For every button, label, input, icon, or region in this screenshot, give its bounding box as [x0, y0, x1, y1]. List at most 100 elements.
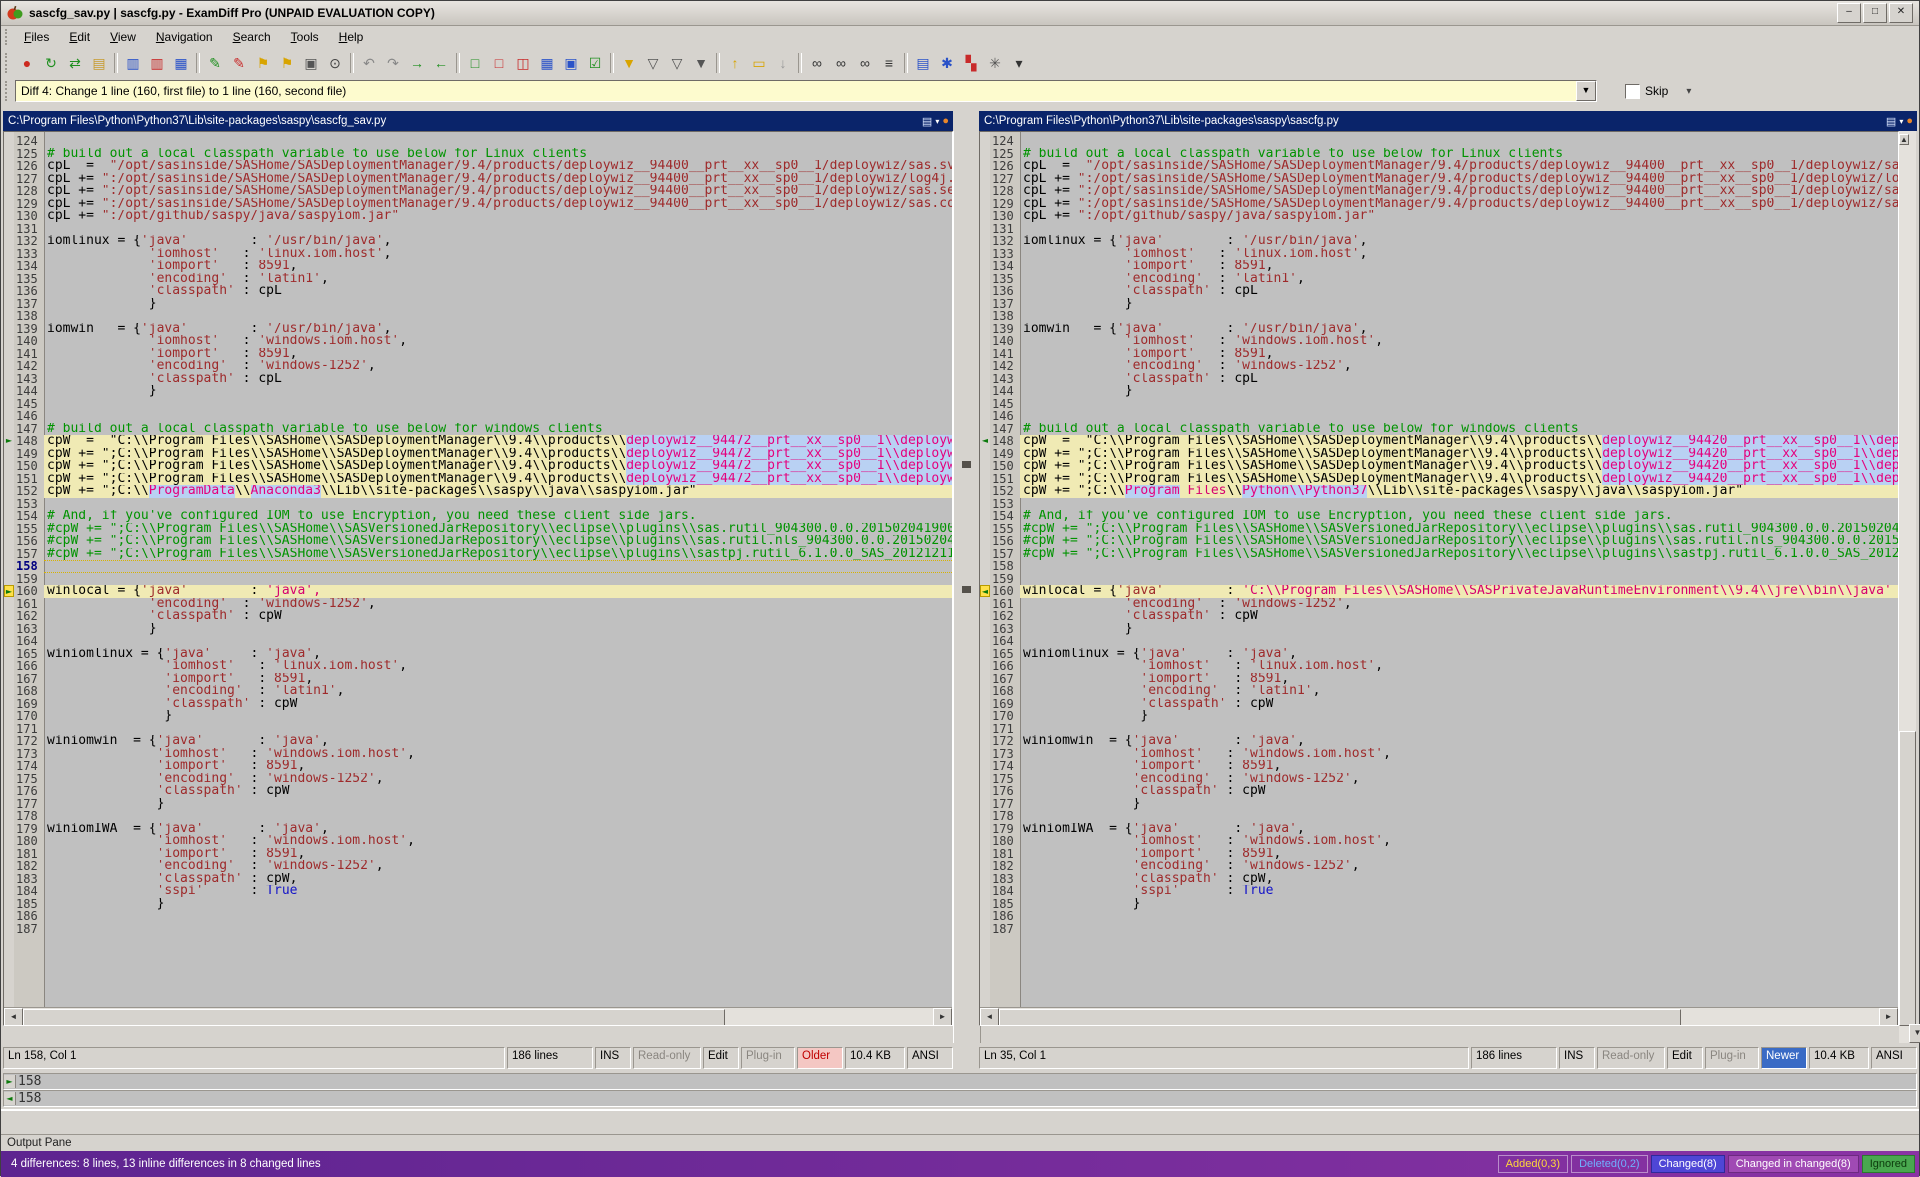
toolbar-redo-icon[interactable]: ↷	[381, 52, 405, 74]
scroll-left-icon[interactable]: ◄	[980, 1008, 999, 1026]
scroll-up-icon[interactable]: ▲	[1899, 134, 1909, 145]
scroll-left-icon[interactable]: ◄	[4, 1008, 23, 1026]
horizontal-scrollbar[interactable]: ◄ ►	[4, 1007, 952, 1025]
toolbar-edit-filters-icon[interactable]: ▼	[617, 52, 641, 74]
diff-marker-left-icon[interactable]: ◄	[980, 585, 990, 597]
first-file-pane[interactable]: 124125# build out a local classpath vari…	[3, 131, 953, 1026]
vertical-scrollbar[interactable]: ▲ ▼	[1899, 131, 1916, 1043]
gutter-cell: ►	[4, 435, 14, 448]
merge-right-icon[interactable]: ►	[4, 1075, 16, 1088]
close-button[interactable]: ✕	[1889, 3, 1913, 23]
menu-tools[interactable]: Tools	[282, 27, 328, 47]
toolbar-flag-second-file-icon[interactable]: ⚑	[275, 52, 299, 74]
second-file-pane[interactable]: 124125# build out a local classpath vari…	[979, 131, 1899, 1026]
toolbar-show-first-only-icon[interactable]: ◫	[511, 52, 535, 74]
menu-view[interactable]: View	[101, 27, 145, 47]
counter-deleted[interactable]: Deleted(0,2)	[1571, 1155, 1648, 1173]
toolbar-undo-icon[interactable]: ↶	[357, 52, 381, 74]
counter-changed-in-changed[interactable]: Changed in changed(8)	[1728, 1155, 1859, 1173]
print-icon[interactable]: ▤	[922, 115, 932, 128]
scrollbar-thumb[interactable]	[23, 1009, 725, 1026]
print-icon[interactable]: ▤	[1886, 115, 1896, 128]
toolbar-merge-up-icon[interactable]: ↑	[723, 52, 747, 74]
toolbar-show-second-only-icon[interactable]: ▦	[535, 52, 559, 74]
overflow-chevron-icon[interactable]: ▾	[1686, 86, 1691, 97]
toolbar-find-icon[interactable]: ∞	[805, 52, 829, 74]
toolbar-previous-difference-icon[interactable]: ←	[429, 52, 453, 74]
toolbar-next-difference-icon[interactable]: →	[405, 52, 429, 74]
toolbar-save-first-file-icon[interactable]: ▥	[121, 52, 145, 74]
toolbar-swap-and-recompare-icon[interactable]: ⇄	[63, 52, 87, 74]
toolbar-copy-block-icon[interactable]: ▭	[747, 52, 771, 74]
toolbar-gripper[interactable]	[5, 53, 11, 73]
toolbar-synchronize-view-icon[interactable]: ▣	[559, 52, 583, 74]
chevron-down-icon[interactable]: ▼	[1576, 81, 1596, 101]
toolbar-auto-recompare-icon[interactable]: ☑	[583, 52, 607, 74]
toolbar-print-icon[interactable]: ▣	[299, 52, 323, 74]
merge-left-icon[interactable]: ◄	[4, 1092, 16, 1105]
toolbar-toolbar-more-icon[interactable]: ▾	[1007, 52, 1031, 74]
counter-added[interactable]: Added(0,3)	[1498, 1155, 1568, 1173]
code-line: 124	[980, 135, 1898, 148]
counter-changed[interactable]: Changed(8)	[1651, 1155, 1725, 1173]
code-text	[44, 810, 952, 823]
toolbar-edit-first-file-icon[interactable]: ✎	[203, 52, 227, 74]
menu-files[interactable]: Files	[15, 27, 58, 47]
output-pane-label: Output Pane	[7, 1137, 72, 1149]
scroll-right-icon[interactable]: ►	[933, 1008, 952, 1026]
minimize-button[interactable]: –	[1837, 3, 1861, 23]
menu-search[interactable]: Search	[224, 27, 280, 47]
code-text: #cpW += ";C:\\Program Files\\SASHome\\SA…	[1020, 535, 1898, 548]
toolbar-flag-first-file-icon[interactable]: ⚑	[251, 52, 275, 74]
diff-marker-left-icon[interactable]: ◄	[980, 435, 990, 447]
toolbar-show-identical-icon[interactable]: □	[463, 52, 487, 74]
counter-ignored[interactable]: Ignored	[1862, 1155, 1915, 1173]
apple-icon[interactable]: ●	[1906, 115, 1913, 127]
chevron-down-icon[interactable]: ▾	[935, 117, 939, 126]
scroll-right-icon[interactable]: ►	[1879, 1008, 1898, 1026]
toolbar-save-both-files-icon[interactable]: ▦	[169, 52, 193, 74]
scrollbar-thumb[interactable]	[1899, 731, 1916, 1026]
menu-help[interactable]: Help	[330, 27, 373, 47]
toolbar-show-different-icon[interactable]: □	[487, 52, 511, 74]
toolbar-recompare-icon[interactable]: ↻	[39, 52, 63, 74]
code-text: cpW += ";C:\\Program Files\\SASHome\\SAS…	[44, 448, 952, 461]
toolbar-merge-down-icon[interactable]: ↓	[771, 52, 795, 74]
chevron-down-icon[interactable]: ▾	[1899, 117, 1903, 126]
scroll-down-icon[interactable]: ▼	[1909, 1024, 1920, 1043]
horizontal-scrollbar[interactable]: ◄ ►	[980, 1007, 1898, 1025]
toolbar-filter-options-icon[interactable]: ▼	[689, 52, 713, 74]
code-text: }	[1020, 385, 1898, 398]
toolbar-save-second-file-icon[interactable]: ▥	[145, 52, 169, 74]
maximize-button[interactable]: □	[1863, 3, 1887, 23]
toolbar-settings-icon[interactable]: ✳	[983, 52, 1007, 74]
toolbar-plug-ins-icon[interactable]: ▚	[959, 52, 983, 74]
toolbar-search-icon[interactable]: ⊙	[323, 52, 347, 74]
menu-navigation[interactable]: Navigation	[147, 27, 222, 47]
apple-icon[interactable]: ●	[942, 115, 949, 127]
status-file-age: Older	[797, 1047, 843, 1069]
toolbar-clear-filters-icon[interactable]: ▽	[665, 52, 689, 74]
status-edit-mode: Edit	[703, 1047, 739, 1069]
scrollbar-thumb[interactable]	[999, 1009, 1681, 1026]
code-text: 'sspi' : True	[44, 885, 952, 898]
toolbar-find-previous-icon[interactable]: ∞	[853, 52, 877, 74]
skip-checkbox[interactable]	[1625, 84, 1640, 99]
diff-marker-right-icon[interactable]: ►	[4, 585, 14, 597]
toolbar-report-icon[interactable]: ▤	[911, 52, 935, 74]
gutter-cell	[4, 598, 14, 611]
toolbar-open-files-icon[interactable]: ▤	[87, 52, 111, 74]
diff-marker-right-icon[interactable]: ►	[4, 435, 14, 447]
toolbar-edit-second-file-icon[interactable]: ✎	[227, 52, 251, 74]
gutter-cell	[4, 710, 14, 723]
toolbar-apply-filters-icon[interactable]: ▽	[641, 52, 665, 74]
toolbar-options-icon[interactable]: ✱	[935, 52, 959, 74]
toolbar-compare-files-icon[interactable]: ●	[15, 52, 39, 74]
toolbar-sort-icon[interactable]: ≡	[877, 52, 901, 74]
toolbar-gripper[interactable]	[5, 29, 11, 45]
menu-edit[interactable]: Edit	[60, 27, 99, 47]
toolbar-gripper[interactable]	[5, 81, 11, 101]
pane-splitter[interactable]	[953, 131, 981, 1043]
current-diff-combobox[interactable]: Diff 4: Change 1 line (160, first file) …	[15, 80, 1597, 102]
toolbar-find-next-icon[interactable]: ∞	[829, 52, 853, 74]
